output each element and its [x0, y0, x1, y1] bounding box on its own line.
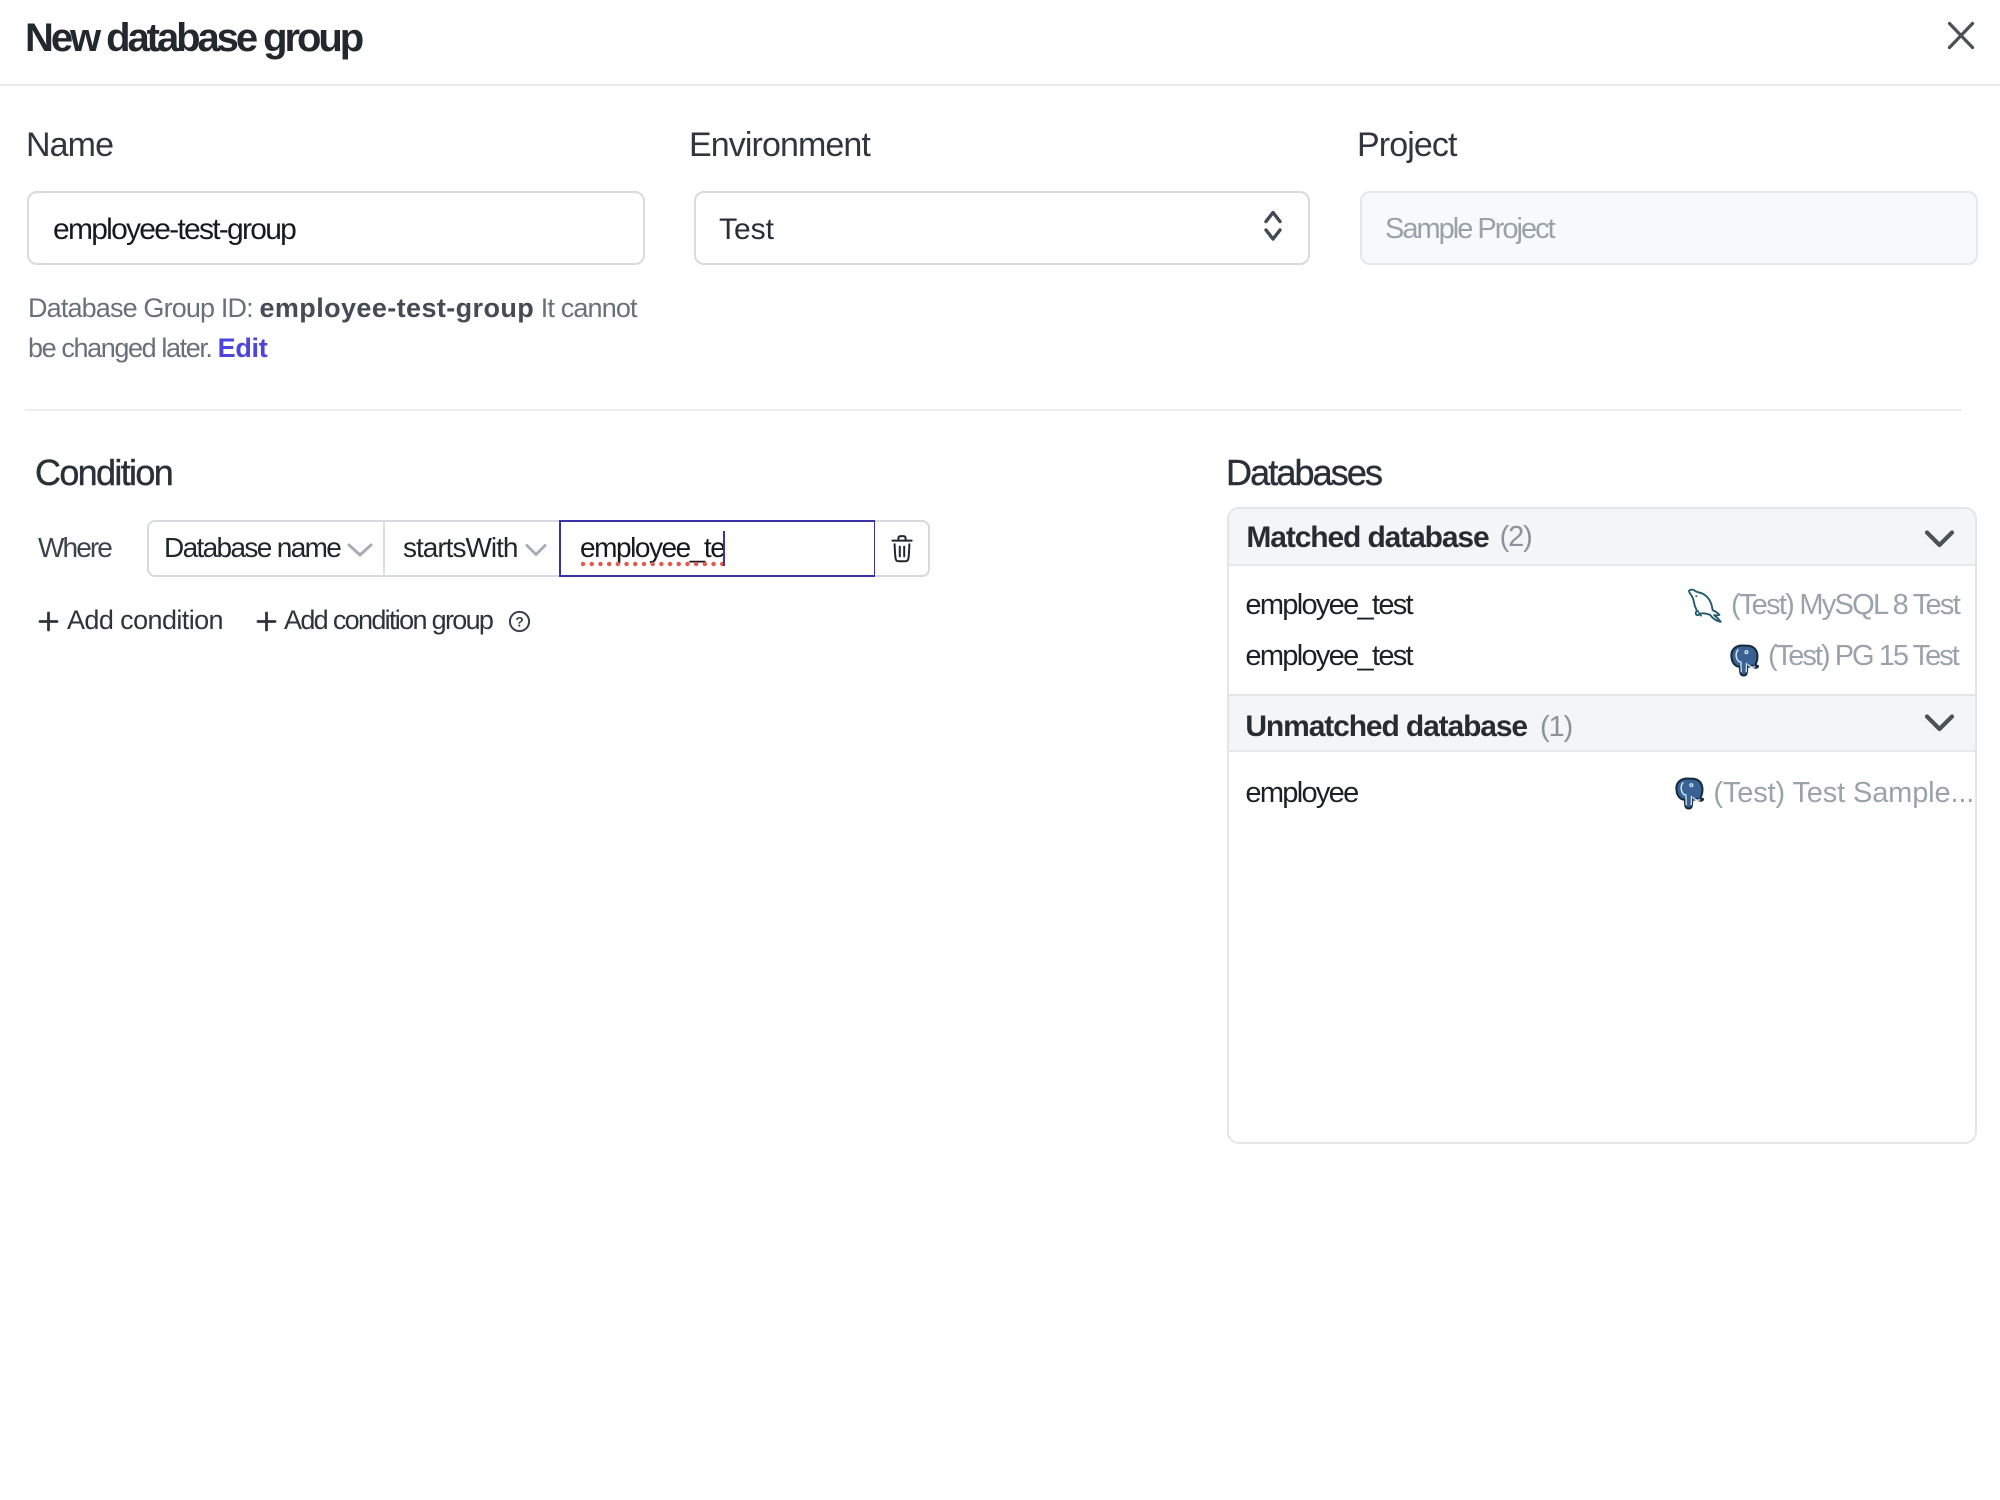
svg-text:?: ?	[515, 613, 524, 629]
